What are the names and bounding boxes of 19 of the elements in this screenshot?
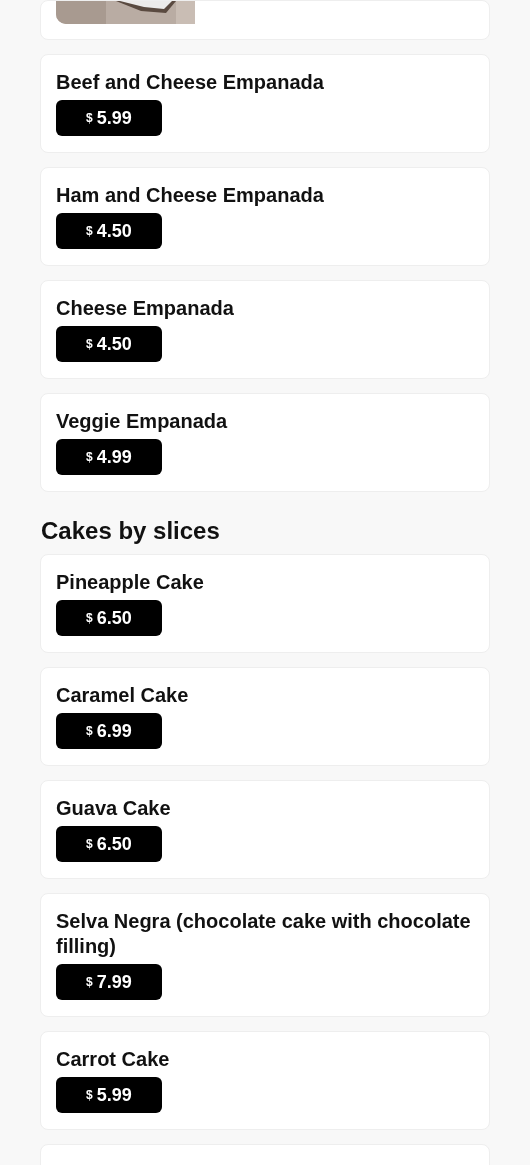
product-name: Cheese Empanada: [56, 296, 234, 321]
product-name: Beef and Cheese Empanada: [56, 70, 324, 95]
price-tag[interactable]: $ 4.99: [56, 439, 162, 475]
price-tag[interactable]: $ 7.99: [56, 964, 162, 1000]
product-name: Pineapple Cake: [56, 570, 204, 595]
price-tag[interactable]: $ 5.99: [56, 100, 162, 136]
product-name: Ham and Cheese Empanada: [56, 183, 324, 208]
price-tag[interactable]: $ 4.50: [56, 213, 162, 249]
product-name: Selva Negra (chocolate cake with chocolate filling): [56, 909, 472, 959]
section-heading: Cakes by slices: [41, 516, 221, 546]
price-tag[interactable]: $ 6.99: [56, 713, 162, 749]
price-tag[interactable]: $ 4.50: [56, 326, 162, 362]
product-name: Veggie Empanada: [56, 409, 228, 434]
product-name: Caramel Cake: [56, 683, 189, 708]
product-name: Carrot Cake: [56, 1047, 170, 1072]
product-name: Guava Cake: [56, 796, 171, 821]
price-tag[interactable]: $ 6.50: [56, 826, 162, 862]
price-tag[interactable]: $ 6.50: [56, 600, 162, 636]
price-tag[interactable]: $ 5.99: [56, 1077, 162, 1113]
